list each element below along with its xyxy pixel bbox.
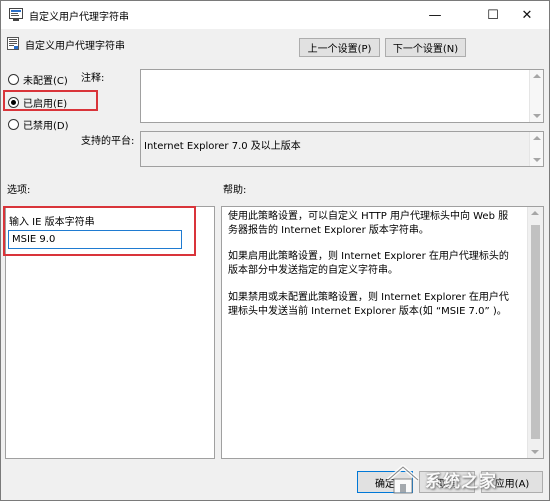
supported-platform-value: Internet Explorer 7.0 及以上版本 [144, 141, 301, 152]
comment-label: 注释: [81, 73, 105, 84]
scroll-up-icon[interactable] [533, 74, 541, 78]
policy-title: 自定义用户代理字符串 [25, 41, 125, 52]
previous-setting-button[interactable]: 上一个设置(P) [299, 38, 380, 57]
comment-textarea[interactable] [140, 69, 544, 123]
scroll-down-icon[interactable] [531, 450, 539, 454]
platform-scrollbar[interactable] [529, 132, 543, 166]
scroll-down-icon[interactable] [533, 114, 541, 118]
radio-label: 已启用(E) [23, 99, 68, 110]
minimize-button[interactable]: — [413, 1, 457, 29]
radio-disabled[interactable]: 已禁用(D) [8, 117, 69, 132]
policy-app-icon [9, 8, 23, 21]
radio-enabled[interactable]: 已启用(E) [8, 95, 67, 110]
house-logo-icon [386, 464, 420, 493]
help-scrollbar-thumb[interactable] [531, 225, 540, 439]
title-bar: 自定义用户代理字符串 — ☐ ✕ [1, 1, 549, 29]
help-label: 帮助: [223, 185, 247, 196]
policy-setting-icon [7, 37, 19, 50]
comment-scrollbar[interactable] [529, 70, 543, 122]
help-paragraph: 如果禁用或未配置此策略设置，则 Internet Explorer 在用户代理标… [228, 292, 509, 317]
scroll-up-icon[interactable] [531, 211, 539, 215]
minimize-icon: — [428, 7, 442, 23]
radio-label: 未配置(C) [23, 76, 68, 87]
radio-not-configured[interactable]: 未配置(C) [8, 72, 68, 87]
options-label: 选项: [7, 185, 31, 196]
scroll-down-icon[interactable] [533, 158, 541, 162]
help-paragraph: 使用此策略设置，可以自定义 HTTP 用户代理标头中向 Web 服务器报告的 I… [228, 211, 509, 236]
radio-circle[interactable] [8, 119, 19, 130]
radio-circle[interactable] [8, 74, 19, 85]
maximize-icon: ☐ [487, 7, 499, 23]
ie-version-field-label: 输入 IE 版本字符串 [9, 217, 95, 228]
platform-label: 支持的平台: [81, 136, 135, 147]
supported-platform-box: Internet Explorer 7.0 及以上版本 [140, 131, 544, 167]
help-paragraph: 如果启用此策略设置，则 Internet Explorer 在用户代理标头的版本… [228, 251, 509, 276]
help-scrollbar[interactable] [527, 207, 543, 458]
close-button[interactable]: ✕ [505, 1, 549, 29]
radio-circle-checked[interactable] [8, 97, 19, 108]
window-title: 自定义用户代理字符串 [29, 12, 129, 23]
scroll-up-icon[interactable] [533, 136, 541, 140]
radio-label: 已禁用(D) [23, 121, 69, 132]
policy-dialog: 自定义用户代理字符串 — ☐ ✕ 自定义用户代理字符串 上一个设置(P) 下一个… [0, 0, 550, 501]
site-watermark: 系统之家 [385, 457, 550, 501]
close-icon: ✕ [521, 7, 533, 23]
watermark-text: 系统之家 [425, 472, 497, 492]
next-setting-button[interactable]: 下一个设置(N) [385, 38, 466, 57]
ie-version-input[interactable] [8, 230, 182, 249]
help-panel: 使用此策略设置，可以自定义 HTTP 用户代理标头中向 Web 服务器报告的 I… [221, 206, 544, 459]
